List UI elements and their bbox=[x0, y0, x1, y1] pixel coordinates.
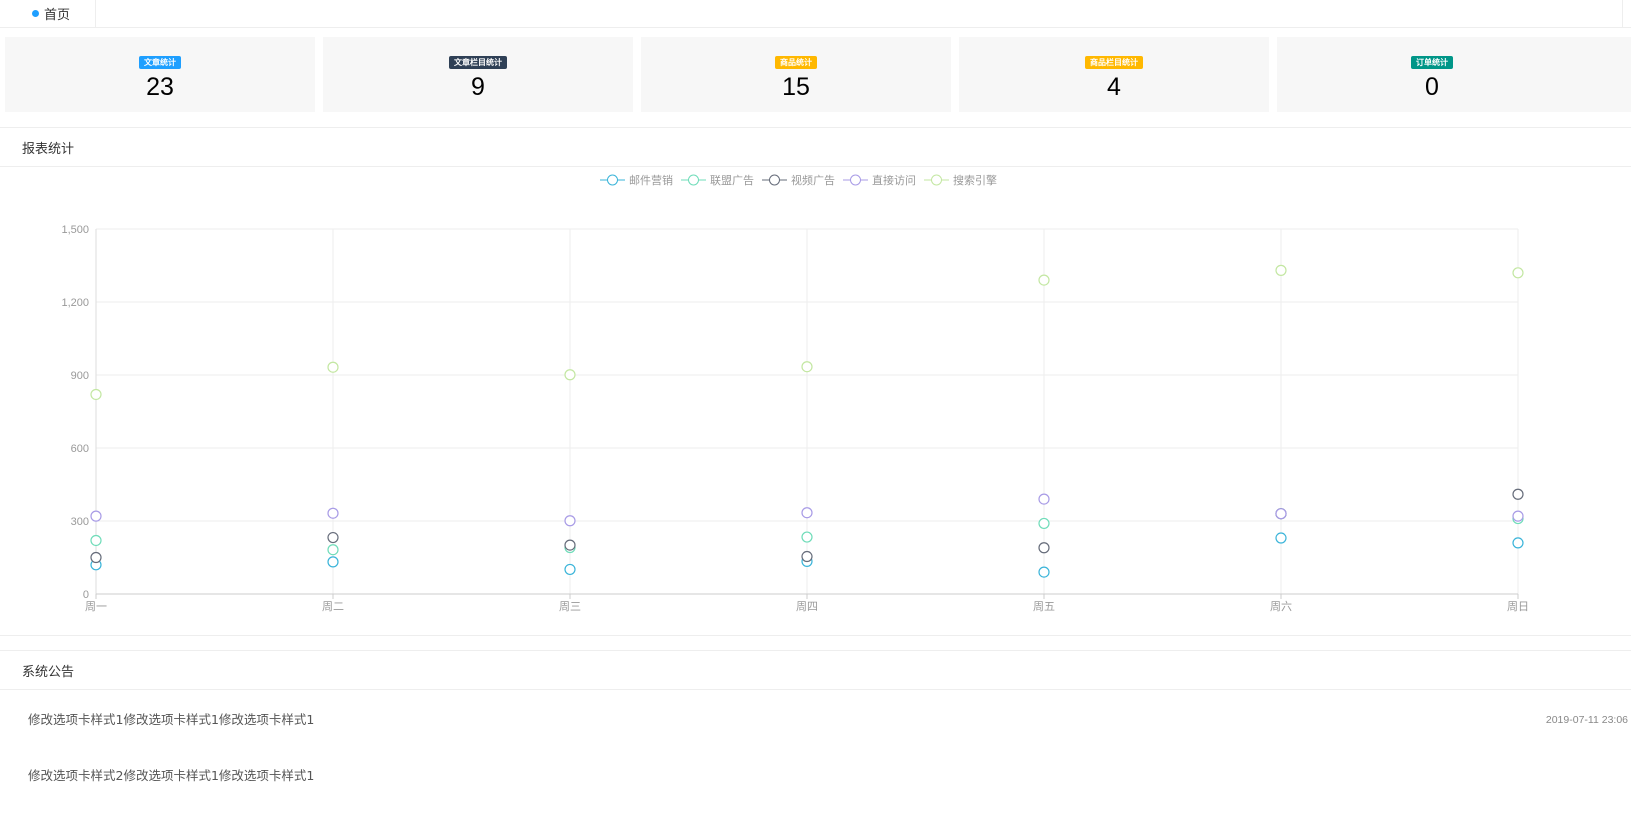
notice-item[interactable]: 修改选项卡样式2修改选项卡样式1修改选项卡样式1 bbox=[28, 765, 314, 784]
stat-badge: 订单统计 bbox=[1411, 56, 1453, 69]
x-tick-label: 周一 bbox=[85, 600, 107, 613]
notice-section-header: 系统公告 bbox=[0, 650, 1631, 690]
y-tick-label: 1,200 bbox=[61, 297, 89, 309]
y-tick-label: 300 bbox=[71, 516, 89, 528]
report-title: 报表统计 bbox=[22, 142, 75, 157]
stat-card-product-categories: 商品栏目统计 4 bbox=[959, 37, 1269, 112]
x-tick-label: 周四 bbox=[796, 600, 818, 613]
section-divider bbox=[0, 635, 1631, 636]
data-point bbox=[90, 388, 102, 401]
data-point bbox=[327, 507, 339, 519]
stat-badge: 商品统计 bbox=[775, 56, 817, 69]
topbar-divider bbox=[1622, 0, 1623, 27]
y-tick-label: 600 bbox=[71, 443, 89, 455]
x-tick-label: 周六 bbox=[1270, 600, 1292, 613]
stat-value: 4 bbox=[1107, 73, 1121, 101]
y-tick-label: 900 bbox=[71, 370, 89, 382]
x-tick-label: 周三 bbox=[559, 600, 581, 613]
data-point bbox=[801, 531, 813, 543]
stat-badge: 文章栏目统计 bbox=[449, 56, 507, 69]
data-point bbox=[90, 551, 102, 564]
active-dot-icon bbox=[32, 10, 39, 17]
data-point bbox=[801, 361, 813, 373]
tab-home[interactable]: 首页 bbox=[20, 0, 96, 27]
data-point bbox=[801, 550, 813, 563]
tab-home-label: 首页 bbox=[44, 8, 71, 23]
data-point bbox=[564, 515, 576, 527]
notice-date: 2019-07-11 23:06 bbox=[1545, 714, 1628, 726]
y-tick-label: 1,500 bbox=[61, 224, 89, 236]
top-tab-bar: 首页 bbox=[0, 0, 1631, 28]
stat-value: 0 bbox=[1425, 73, 1439, 101]
x-tick-label: 周二 bbox=[322, 600, 344, 613]
data-point bbox=[801, 507, 813, 519]
data-point bbox=[564, 539, 576, 551]
data-point bbox=[327, 556, 339, 568]
report-section-header: 报表统计 bbox=[0, 127, 1631, 167]
data-point bbox=[90, 534, 102, 547]
stat-badge: 文章统计 bbox=[139, 56, 181, 69]
x-tick-label: 周日 bbox=[1507, 600, 1529, 613]
data-point bbox=[1512, 537, 1524, 549]
stat-value: 23 bbox=[146, 73, 174, 101]
stat-value: 9 bbox=[471, 73, 485, 101]
data-point bbox=[1512, 488, 1524, 500]
stat-card-orders: 订单统计 0 bbox=[1277, 37, 1631, 112]
data-point bbox=[1512, 267, 1524, 279]
x-tick-label: 周五 bbox=[1033, 600, 1055, 613]
data-point bbox=[564, 369, 576, 381]
data-point bbox=[1275, 532, 1287, 544]
data-point bbox=[1038, 566, 1050, 578]
notice-text[interactable]: 修改选项卡样式2修改选项卡样式1修改选项卡样式1 bbox=[28, 768, 314, 783]
stat-card-products: 商品统计 15 bbox=[641, 37, 951, 112]
data-point bbox=[327, 544, 339, 556]
report-chart: 03006009001,2001,500周一 周二 周三 周四 周五 周六 周日 bbox=[61, 224, 1529, 613]
data-point bbox=[1512, 510, 1524, 522]
notice-text[interactable]: 修改选项卡样式1修改选项卡样式1修改选项卡样式1 bbox=[28, 712, 314, 727]
notice-item[interactable]: 修改选项卡样式1修改选项卡样式1修改选项卡样式1 bbox=[28, 709, 314, 728]
data-point bbox=[1038, 274, 1050, 286]
stat-card-article-categories: 文章栏目统计 9 bbox=[323, 37, 633, 112]
data-point bbox=[1038, 493, 1050, 505]
data-point bbox=[327, 531, 339, 544]
stat-value: 15 bbox=[782, 73, 810, 101]
data-point bbox=[90, 510, 102, 522]
stat-badge: 商品栏目统计 bbox=[1085, 56, 1143, 69]
data-point bbox=[564, 563, 576, 576]
data-point bbox=[1275, 508, 1287, 520]
stat-card-articles: 文章统计 23 bbox=[5, 37, 315, 112]
data-point bbox=[327, 361, 339, 373]
data-point bbox=[1275, 264, 1287, 276]
data-point bbox=[1038, 517, 1050, 530]
data-point bbox=[1038, 542, 1050, 554]
notice-title: 系统公告 bbox=[22, 665, 75, 680]
